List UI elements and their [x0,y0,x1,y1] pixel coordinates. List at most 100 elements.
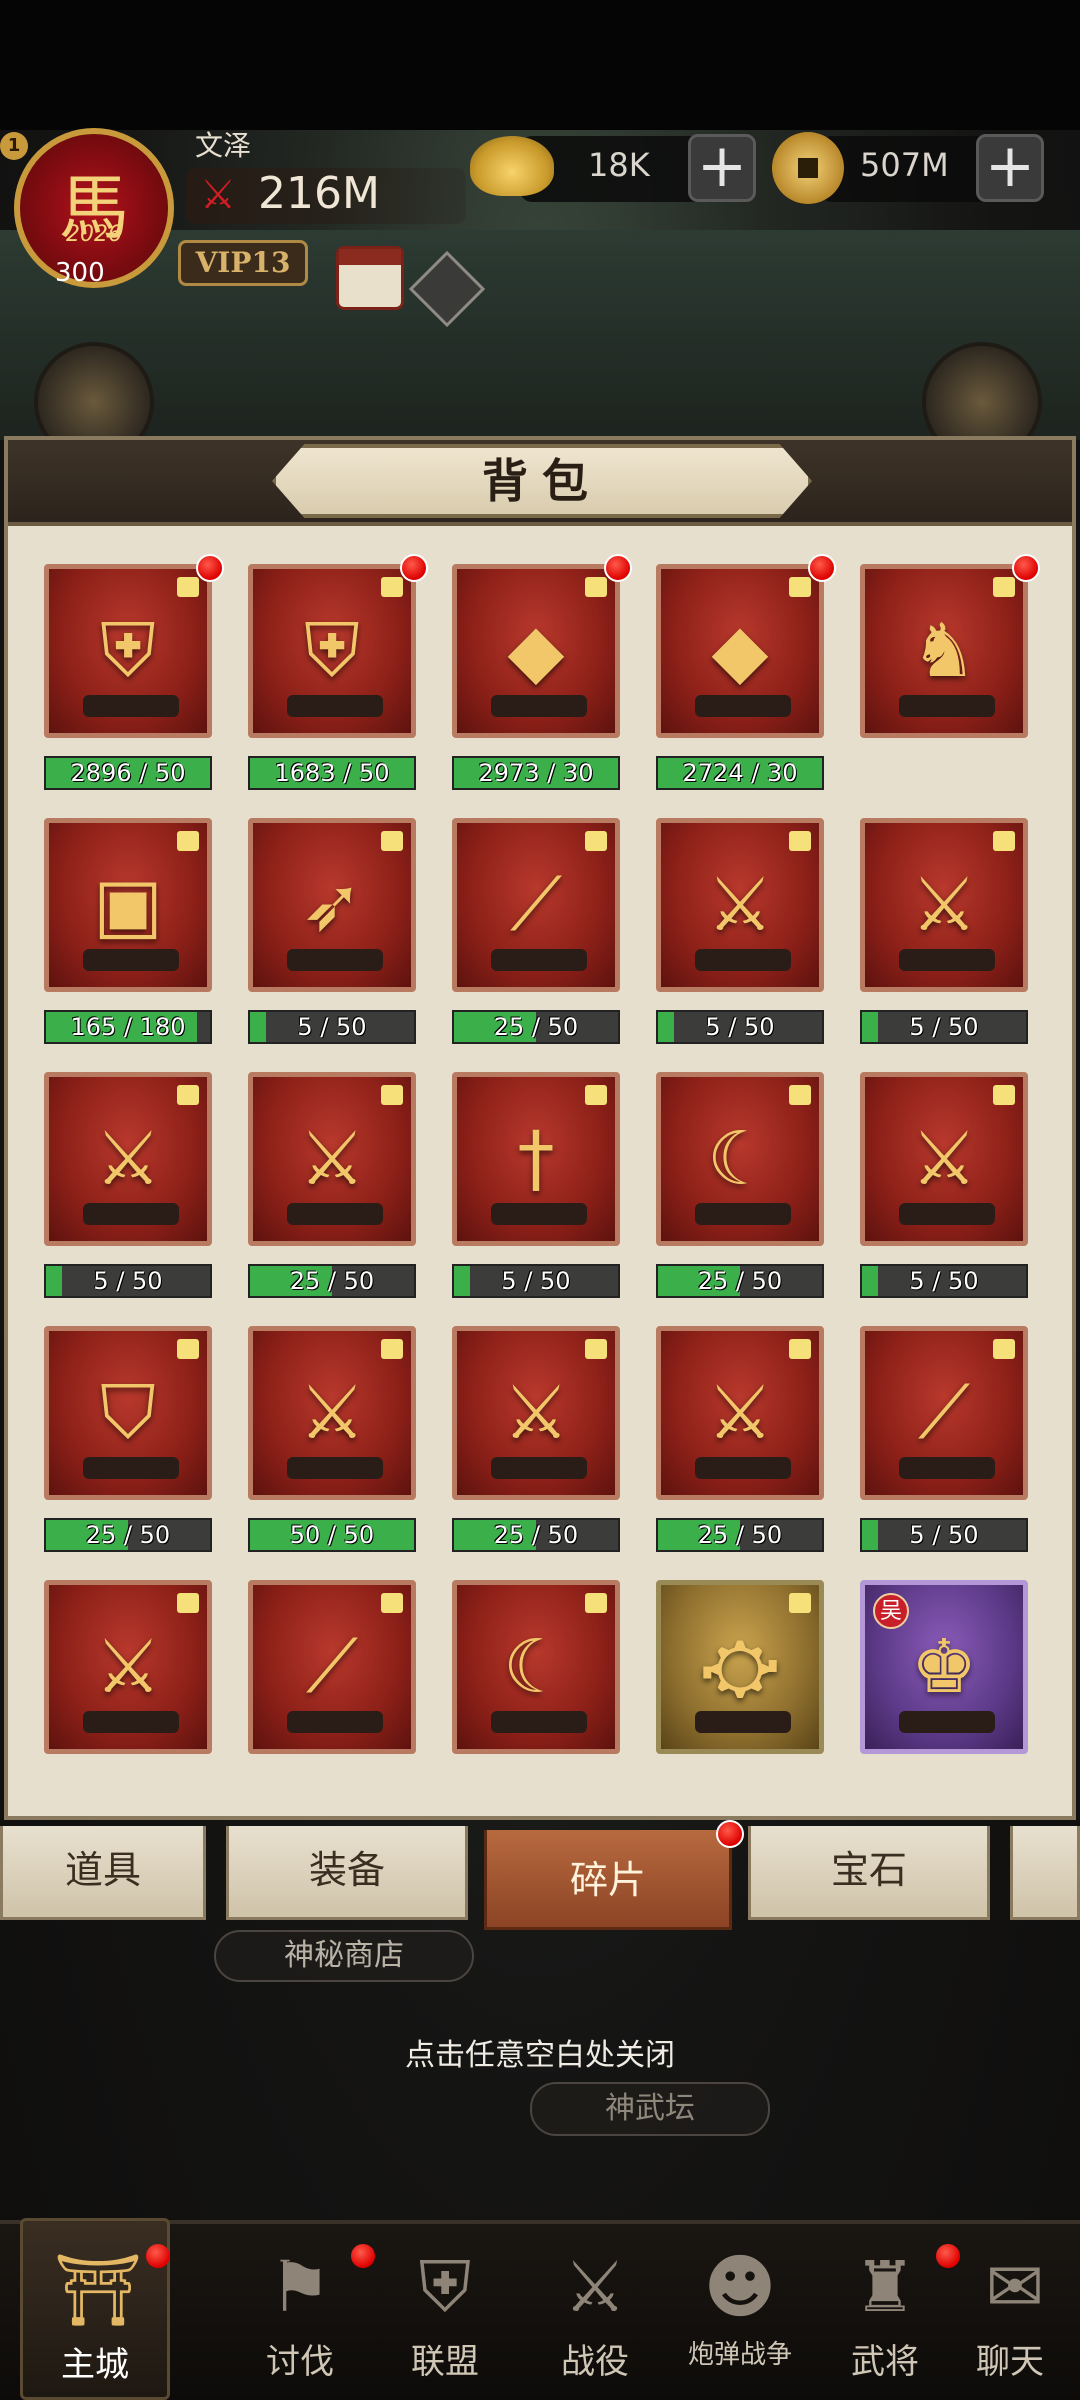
progress-text: 165 / 180 [70,1013,186,1041]
tab-gems[interactable]: 宝石 [748,1826,990,1920]
add-ingot-button[interactable]: + [688,134,756,202]
fragment-progress-bar: 2973 / 30 [452,756,620,790]
fragment-tile[interactable]: ⚔ [860,1072,1028,1246]
fragment-marker-icon [177,1339,199,1359]
sword-icon: ⚔ [910,862,978,948]
fragment-tile[interactable]: ⚔ [44,1580,212,1754]
display-stand [287,695,383,717]
fragment-tile[interactable]: ⟋ [452,818,620,992]
fragment-tile[interactable]: ⛨ [248,564,416,738]
progress-text: 50 / 50 [289,1521,375,1549]
fragment-tile[interactable]: ⚔ [860,818,1028,992]
display-stand [491,1203,587,1225]
fragment-tile[interactable]: ⛨ [44,564,212,738]
avatar-year: 2026 [66,222,122,247]
progress-text: 25 / 50 [493,1013,579,1041]
fragment-tile[interactable]: ⚔ [656,1326,824,1500]
nav-alert-dot [146,2244,170,2268]
helmet-icon: ♜ [853,2246,917,2328]
general-portrait-icon: ♚ [910,1624,978,1710]
display-stand [287,1203,383,1225]
progress-text: 5 / 50 [909,1521,979,1549]
nav-helmet[interactable]: ♜ 武将 [810,2218,960,2400]
fragment-progress-bar: 25 / 50 [452,1518,620,1552]
fragment-marker-icon [177,577,199,597]
display-stand [695,949,791,971]
fragment-marker-icon [177,831,199,851]
ingot-amount: 18K [588,146,650,184]
copper-coin-icon [772,132,844,204]
golden-shield-icon: ⛉ [100,1369,156,1456]
crossed-swords-icon: ⚔ [298,1116,366,1202]
display-stand [899,1457,995,1479]
fragment-tile[interactable]: ⛮ [656,1580,824,1754]
nav-label: 炮弹战争 [687,2340,792,2370]
fragment-tile[interactable]: ♞ [860,564,1028,738]
fragment-tile[interactable]: ♚ 吴 [860,1580,1028,1754]
nav-city-gate[interactable]: ⛩ 主城 [20,2218,170,2400]
shield-icon: ⛨ [418,2246,472,2328]
progress-text: 5 / 50 [909,1267,979,1295]
display-stand [695,695,791,717]
fragment-tile[interactable]: ▣ [44,818,212,992]
fragment-tile[interactable]: ◆ [452,564,620,738]
tab-items[interactable]: 道具 [0,1826,206,1920]
fragment-tile[interactable]: ⟋ [248,1580,416,1754]
golden-armor-icon: ⛨ [100,607,156,694]
fragment-tile[interactable]: ⚔ [656,818,824,992]
fragment-progress-bar: 50 / 50 [248,1518,416,1552]
fragment-tile[interactable]: ⚔ [44,1072,212,1246]
nav-crossed-swords[interactable]: ⚔ 战役 [520,2218,670,2400]
fragment-tile[interactable]: ⚔ [248,1072,416,1246]
fragment-progress-bar: 1683 / 50 [248,756,416,790]
fragment-progress-bar: 5 / 50 [248,1010,416,1044]
fragment-tile[interactable]: ☾ [452,1580,620,1754]
fragment-marker-icon [993,1339,1015,1359]
altar-label[interactable]: 神武坛 [530,2082,770,2136]
fragment-marker-icon [585,577,607,597]
cannonball-icon: ☻ [703,2246,777,2328]
progress-text: 5 / 50 [705,1013,775,1041]
gold-crystal-icon: ◆ [711,608,769,694]
fragment-marker-icon [993,1085,1015,1105]
chat-icon: ✉ [985,2246,1045,2328]
fragment-tile[interactable]: ◆ [656,564,824,738]
fragment-progress-bar: 165 / 180 [44,1010,212,1044]
vip-badge[interactable]: VIP13 [178,240,308,286]
add-coin-button[interactable]: + [976,134,1044,202]
alert-dot [196,554,224,582]
mystery-shop-label[interactable]: 神秘商店 [214,1930,474,1982]
fragment-tile[interactable]: ⚔ [248,1326,416,1500]
dragon-blade-icon: ⚔ [910,1116,978,1202]
tab-fragments[interactable]: 碎片 [484,1830,732,1930]
tab-more[interactable] [1010,1826,1080,1920]
tab-equipment[interactable]: 装备 [226,1826,468,1920]
alert-dot [808,554,836,582]
display-stand [899,1711,995,1733]
display-stand [83,949,179,971]
fragment-progress-bar: 5 / 50 [860,1010,1028,1044]
display-stand [83,1457,179,1479]
fragment-tile[interactable]: ➶ [248,818,416,992]
nav-chat[interactable]: ✉ 聊天 [940,2218,1080,2400]
fragment-tile[interactable]: ⛉ [44,1326,212,1500]
fragment-marker-icon [585,1085,607,1105]
calendar-icon[interactable] [336,246,404,310]
nav-cannonball[interactable]: ☻ 炮弹战争 [665,2218,815,2400]
progress-text: 25 / 50 [697,1267,783,1295]
flag-icon: ⚑ [268,2246,332,2328]
progress-text: 5 / 50 [501,1267,571,1295]
crescent-halberd-icon: ☾ [502,1624,570,1710]
fragment-tile[interactable]: † [452,1072,620,1246]
nav-flag[interactable]: ⚑ 讨伐 [225,2218,375,2400]
map-strip [0,230,1080,440]
fragment-tile[interactable]: ⟋ [860,1326,1028,1500]
coin-amount: 507M [860,146,949,184]
fragment-marker-icon [381,1593,403,1613]
display-stand [491,1457,587,1479]
nav-shield[interactable]: ⛨ 联盟 [370,2218,520,2400]
dagger-icon: † [517,1116,555,1202]
twin-whips-icon: ⚔ [502,1370,570,1456]
fragment-tile[interactable]: ☾ [656,1072,824,1246]
fragment-tile[interactable]: ⚔ [452,1326,620,1500]
